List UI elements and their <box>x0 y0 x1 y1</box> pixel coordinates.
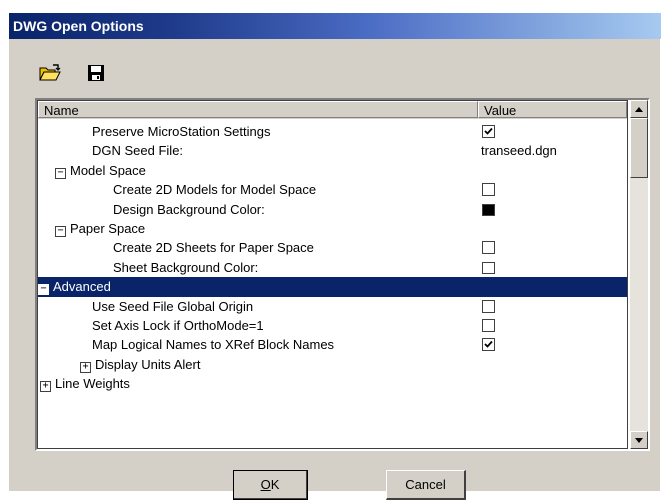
option-label-text: Advanced <box>53 279 111 295</box>
title-bar[interactable]: DWG Open Options <box>9 13 661 39</box>
tree-group-row[interactable]: − Paper Space <box>38 219 627 239</box>
option-row[interactable]: Preserve MicroStation Settings <box>38 122 627 142</box>
collapse-minus-icon[interactable]: − <box>38 284 49 296</box>
color-swatch[interactable] <box>482 261 495 274</box>
option-label-text: Line Weights <box>55 376 130 392</box>
option-label-text: Use Seed File Global Origin <box>92 298 254 314</box>
arrow-up-icon <box>635 106 643 112</box>
option-label-text: Display Units Alert <box>95 356 201 372</box>
dialog-title: DWG Open Options <box>13 18 144 34</box>
column-header-name[interactable]: Name <box>38 101 478 118</box>
collapse-minus-icon[interactable]: − <box>55 167 66 179</box>
checkbox[interactable] <box>482 319 495 332</box>
option-label-text: Model Space <box>70 162 146 178</box>
scroll-thumb[interactable] <box>630 118 648 178</box>
option-label-text: Map Logical Names to XRef Block Names <box>92 337 335 353</box>
checked-checkbox[interactable] <box>482 338 495 352</box>
ok-mnemonic: O <box>260 477 271 492</box>
checkbox[interactable] <box>482 299 495 313</box>
option-label-text: Design Background Color: <box>113 201 265 217</box>
option-label: Design Background Color: <box>113 200 265 220</box>
option-label-text: Create 2D Models for Model Space <box>113 182 317 198</box>
checkmark-icon <box>484 127 493 135</box>
option-label-text: Set Axis Lock if OrthoMode=1 <box>92 318 264 333</box>
option-label: + Display Units Alert <box>80 355 200 375</box>
checkbox[interactable] <box>482 183 495 197</box>
scroll-up-button[interactable] <box>630 100 648 118</box>
option-label: Create 2D Models for Model Space <box>113 180 316 200</box>
option-label: Preserve MicroStation Settings <box>92 122 270 142</box>
checked-checkbox[interactable] <box>482 125 495 138</box>
option-label-text: Paper Space <box>70 221 146 236</box>
option-label: DGN Seed File: <box>92 141 183 161</box>
ok-label-rest: K <box>270 477 280 492</box>
option-row[interactable]: Set Axis Lock if OrthoMode=1 <box>38 316 627 336</box>
option-label: − Paper Space <box>55 219 145 239</box>
option-row[interactable]: Create 2D Sheets for Paper Space <box>38 238 627 258</box>
option-row[interactable]: Use Seed File Global Origin <box>38 297 627 317</box>
tree-group-row[interactable]: + Line Weights <box>38 374 627 394</box>
checkmark-icon <box>484 341 493 349</box>
option-row[interactable]: Create 2D Models for Model Space <box>38 180 627 200</box>
option-label-text: Create 2D Sheets for Paper Space <box>113 240 314 256</box>
vertical-scrollbar[interactable] <box>630 100 648 449</box>
tree-group-row[interactable]: − Model Space <box>38 161 627 181</box>
list-header: Name Value <box>38 101 627 119</box>
tree-group-row[interactable]: − Advanced <box>38 277 627 298</box>
option-row[interactable]: Design Background Color: <box>38 200 627 220</box>
option-label: Use Seed File Global Origin <box>92 297 253 317</box>
option-label: Map Logical Names to XRef Block Names <box>92 335 334 355</box>
scroll-down-button[interactable] <box>630 431 648 449</box>
option-label: Create 2D Sheets for Paper Space <box>113 238 314 258</box>
ok-button[interactable]: OK <box>233 470 308 500</box>
option-label: + Line Weights <box>40 374 130 394</box>
checkbox[interactable] <box>482 241 495 255</box>
option-row[interactable]: Map Logical Names to XRef Block Names <box>38 335 627 355</box>
options-tree-list[interactable]: Name Value Preserve MicroStation Setting… <box>35 98 650 451</box>
dwg-open-options-dialog: DWG Open Options Name Value Preserve Mic… <box>8 12 661 500</box>
option-label: − Model Space <box>55 161 146 181</box>
tree-group-row[interactable]: + Display Units Alert <box>38 355 627 375</box>
option-label: − Advanced <box>38 277 111 297</box>
cancel-button[interactable]: Cancel <box>386 470 466 500</box>
open-folder-icon[interactable] <box>37 60 63 86</box>
option-row[interactable]: Sheet Background Color: <box>38 258 627 278</box>
option-label-text: DGN Seed File: <box>92 143 184 159</box>
expand-plus-icon[interactable]: + <box>80 361 91 373</box>
arrow-down-icon <box>635 437 643 443</box>
collapse-minus-icon[interactable]: − <box>55 226 66 237</box>
expand-plus-icon[interactable]: + <box>40 381 51 393</box>
option-label-text: Preserve MicroStation Settings <box>92 124 271 139</box>
option-label-text: Sheet Background Color: <box>113 259 259 275</box>
option-row[interactable]: DGN Seed File: transeed.dgn <box>38 141 627 161</box>
option-label: Sheet Background Color: <box>113 258 258 278</box>
option-value[interactable]: transeed.dgn <box>481 141 557 161</box>
option-label: Set Axis Lock if OrthoMode=1 <box>92 316 264 336</box>
floppy-disk-icon[interactable] <box>83 60 109 86</box>
options-grid: Name Value Preserve MicroStation Setting… <box>37 100 628 449</box>
column-header-value[interactable]: Value <box>478 101 627 118</box>
color-swatch[interactable] <box>482 203 495 216</box>
